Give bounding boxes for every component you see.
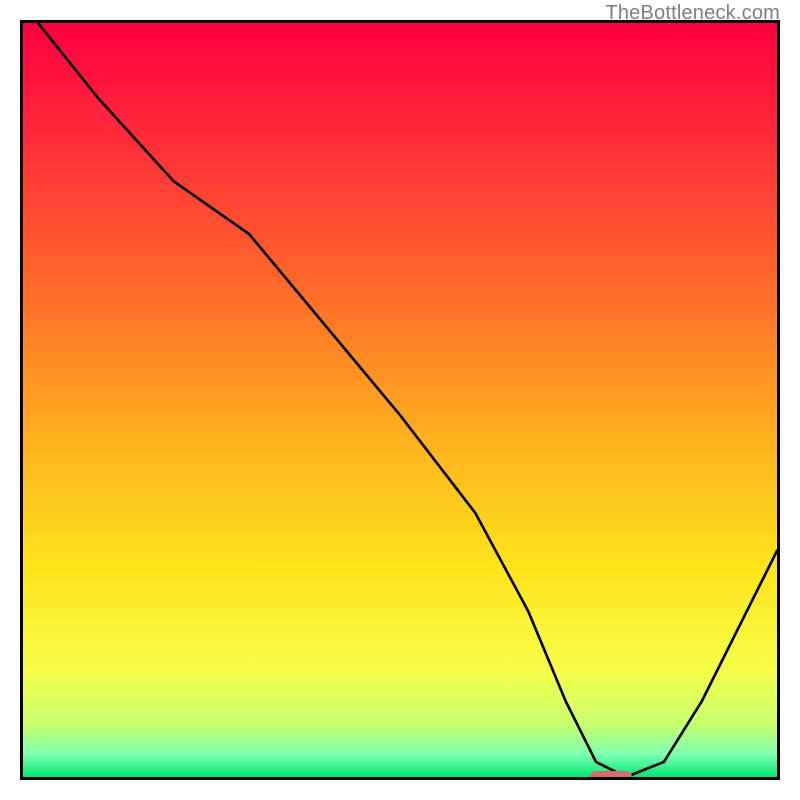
bottleneck-curve xyxy=(23,23,777,777)
chart-frame: TheBottleneck.com xyxy=(0,0,800,800)
plot-area xyxy=(20,20,780,780)
optimal-marker xyxy=(590,771,632,780)
